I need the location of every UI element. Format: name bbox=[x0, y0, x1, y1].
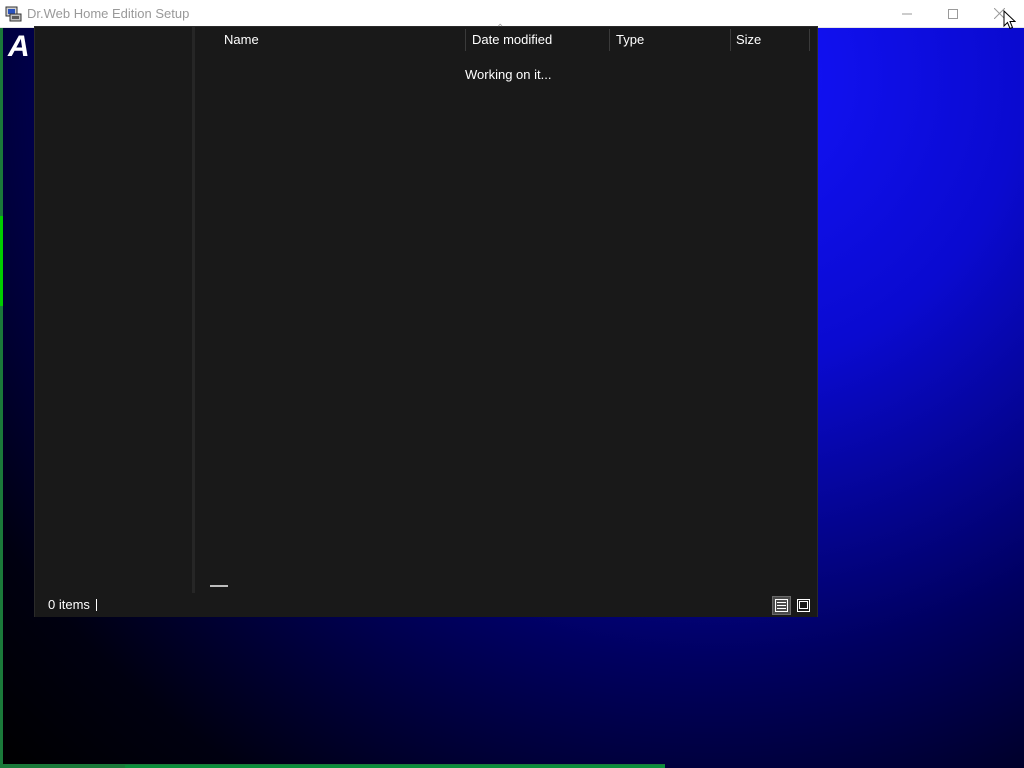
loading-message: Working on it... bbox=[465, 67, 552, 82]
navigation-pane[interactable] bbox=[35, 27, 192, 593]
title-bar: Dr.Web Home Edition Setup bbox=[0, 0, 1024, 28]
column-separator[interactable] bbox=[730, 29, 731, 51]
maximize-button[interactable] bbox=[930, 0, 976, 27]
mouse-cursor-icon bbox=[1003, 10, 1016, 30]
column-header-row: ⌃ Name Date modified Type Size bbox=[195, 23, 819, 53]
minimize-button[interactable] bbox=[884, 0, 930, 27]
large-icons-view-icon bbox=[797, 599, 810, 612]
column-separator[interactable] bbox=[465, 29, 466, 51]
large-icons-view-button[interactable] bbox=[794, 596, 813, 615]
column-header-size[interactable]: Size bbox=[736, 27, 806, 53]
column-header-date-modified[interactable]: Date modified bbox=[472, 27, 607, 53]
window-title: Dr.Web Home Edition Setup bbox=[27, 6, 190, 21]
status-bar: 0 items bbox=[35, 593, 817, 617]
maximize-icon bbox=[948, 8, 958, 19]
column-header-type[interactable]: Type bbox=[616, 27, 726, 53]
status-separator bbox=[96, 599, 97, 611]
details-view-icon bbox=[775, 599, 788, 612]
horizontal-scrollbar[interactable] bbox=[210, 585, 228, 587]
background-left-accent bbox=[0, 216, 3, 306]
background-left-strip bbox=[0, 26, 3, 768]
pane-splitter[interactable] bbox=[192, 27, 195, 593]
details-view-button[interactable] bbox=[772, 596, 791, 615]
file-browser-dialog: ⌃ Name Date modified Type Size Working o… bbox=[34, 23, 819, 617]
column-separator[interactable] bbox=[809, 29, 810, 51]
column-header-name[interactable]: Name bbox=[224, 27, 464, 53]
installer-icon bbox=[5, 6, 22, 22]
background-logo-text: A bbox=[8, 30, 30, 63]
minimize-icon bbox=[902, 13, 912, 14]
column-separator[interactable] bbox=[609, 29, 610, 51]
items-count: 0 items bbox=[48, 597, 90, 612]
